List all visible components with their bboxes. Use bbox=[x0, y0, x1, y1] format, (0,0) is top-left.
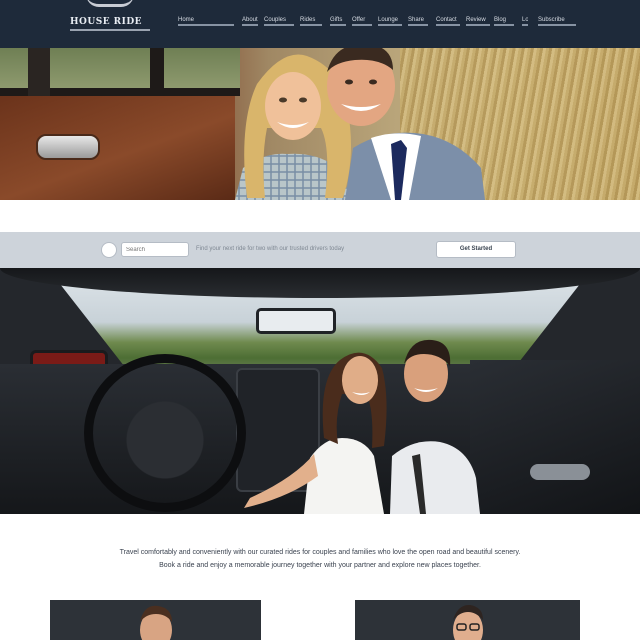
nav-item-review[interactable]: Review bbox=[466, 16, 490, 26]
main-nav: Home About Couples Rides Gifts Offer Lou… bbox=[176, 16, 580, 26]
woman-face bbox=[342, 356, 378, 404]
logo-swoosh bbox=[86, 0, 134, 7]
nav-item-login[interactable]: Login bbox=[522, 16, 528, 26]
door-handle bbox=[530, 464, 590, 480]
passenger-door bbox=[470, 360, 640, 514]
profile-card[interactable] bbox=[50, 600, 261, 640]
interior-photo bbox=[0, 268, 640, 514]
nav-item-couples[interactable]: Couples bbox=[264, 16, 294, 26]
hero-photo bbox=[0, 48, 640, 200]
radio-dot-icon[interactable] bbox=[101, 242, 117, 258]
profile-card[interactable] bbox=[355, 600, 580, 640]
nav-item-subscribe[interactable]: Subscribe bbox=[538, 16, 576, 26]
get-started-button[interactable]: Get Started bbox=[436, 241, 516, 258]
search-hint: Find your next ride for two with our tru… bbox=[196, 246, 345, 252]
rearview-mirror bbox=[256, 308, 336, 334]
nav-item-blog[interactable]: Blog bbox=[494, 16, 514, 26]
intro-line-2: Book a ride and enjoy a memorable journe… bbox=[159, 562, 481, 569]
nav-item-about[interactable]: About bbox=[242, 16, 258, 26]
avatar bbox=[139, 605, 172, 640]
nav-item-gifts[interactable]: Gifts bbox=[330, 16, 346, 26]
man-shirt bbox=[390, 441, 480, 514]
avatar bbox=[452, 604, 483, 640]
car-pillar bbox=[28, 48, 50, 96]
car-pillar bbox=[150, 48, 164, 96]
couple-photo-2 bbox=[244, 339, 480, 514]
nav-item-lounge[interactable]: Lounge bbox=[378, 16, 402, 26]
woman-face bbox=[265, 72, 321, 140]
nav-item-share[interactable]: Share bbox=[408, 16, 428, 26]
nav-item-home[interactable]: Home bbox=[178, 16, 234, 26]
door-handle bbox=[36, 134, 100, 160]
intro-line-1: Travel comfortably and conveniently with… bbox=[119, 549, 521, 556]
nav-item-rides[interactable]: Rides bbox=[300, 16, 322, 26]
search-bar: Find your next ride for two with our tru… bbox=[0, 232, 640, 268]
intro-text: Travel comfortably and conveniently with… bbox=[76, 546, 564, 572]
nav-item-offer[interactable]: Offer bbox=[352, 16, 372, 26]
logo-underline bbox=[70, 29, 150, 31]
site-header: HOUSE RIDE Home About Couples Rides Gift… bbox=[0, 0, 640, 48]
couple-photo-1 bbox=[235, 48, 485, 200]
site-logo[interactable]: HOUSE RIDE bbox=[70, 15, 152, 29]
search-input[interactable] bbox=[121, 242, 189, 257]
nav-item-contact[interactable]: Contact bbox=[436, 16, 460, 26]
